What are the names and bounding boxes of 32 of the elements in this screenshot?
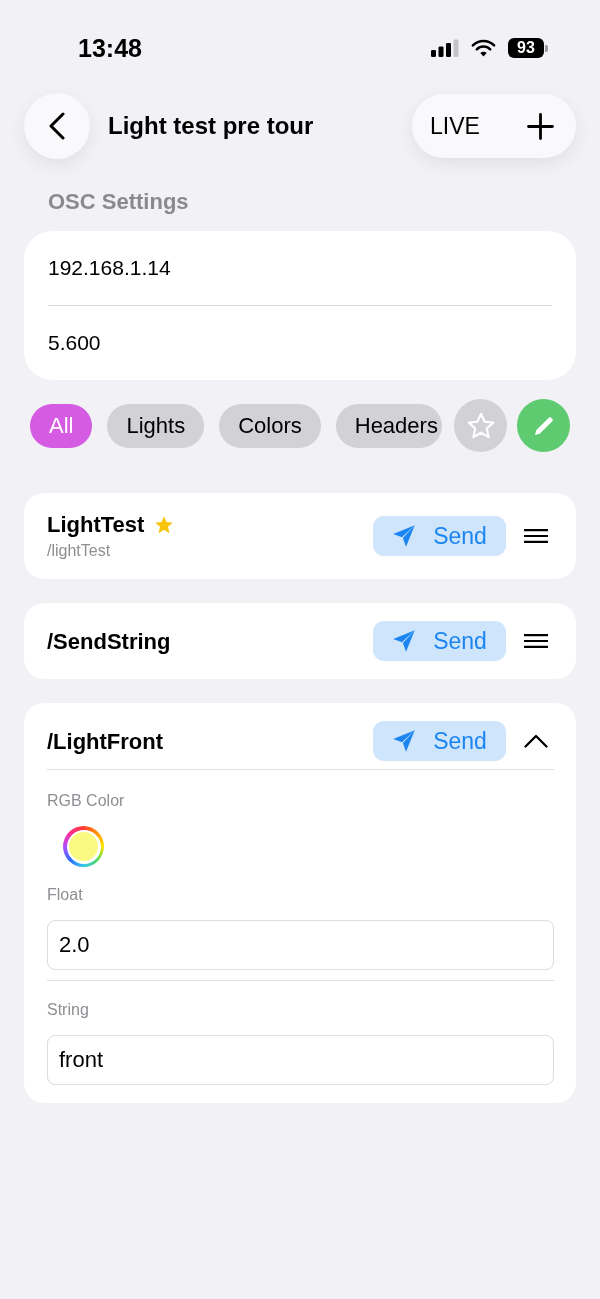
message-title: LightTest xyxy=(47,511,145,538)
menu-icon[interactable] xyxy=(524,634,548,648)
text-field[interactable]: front xyxy=(47,1035,554,1085)
paper-plane-icon xyxy=(392,729,417,753)
chevron-left-icon xyxy=(49,112,65,140)
wifi-icon xyxy=(471,39,496,57)
message-title: /LightFront xyxy=(47,727,164,755)
menu-icon[interactable] xyxy=(524,529,548,543)
filter-chip[interactable]: Lights xyxy=(107,403,205,448)
section-heading: OSC Settings xyxy=(47,189,190,215)
filter-chip[interactable]: Headers xyxy=(335,403,442,448)
star-icon xyxy=(465,410,496,441)
live-button[interactable]: LIVE xyxy=(430,106,480,146)
filter-chip[interactable]: Colors xyxy=(219,403,321,448)
add-button[interactable] xyxy=(527,112,554,140)
text-field[interactable]: 192.168.1.14 xyxy=(48,231,552,305)
field-label: Float xyxy=(47,885,83,905)
page-title: Light test pre tour xyxy=(108,112,315,140)
field-label: RGB Color xyxy=(47,791,125,811)
chevron-up-icon[interactable] xyxy=(524,734,548,748)
paper-plane-icon xyxy=(392,629,417,653)
message-address: /lightTest xyxy=(47,541,111,561)
signal-icon xyxy=(431,39,459,57)
paper-plane-icon xyxy=(392,524,417,548)
battery-indicator: 93 xyxy=(508,38,548,58)
text-field[interactable]: 2.0 xyxy=(47,920,554,970)
color-well[interactable] xyxy=(63,826,104,867)
status-time: 13:48 xyxy=(78,34,142,62)
plus-icon xyxy=(527,112,554,140)
field-label: String xyxy=(47,1000,89,1020)
text-field[interactable]: 5.600 xyxy=(48,306,552,380)
message-title: /SendString xyxy=(47,627,171,655)
